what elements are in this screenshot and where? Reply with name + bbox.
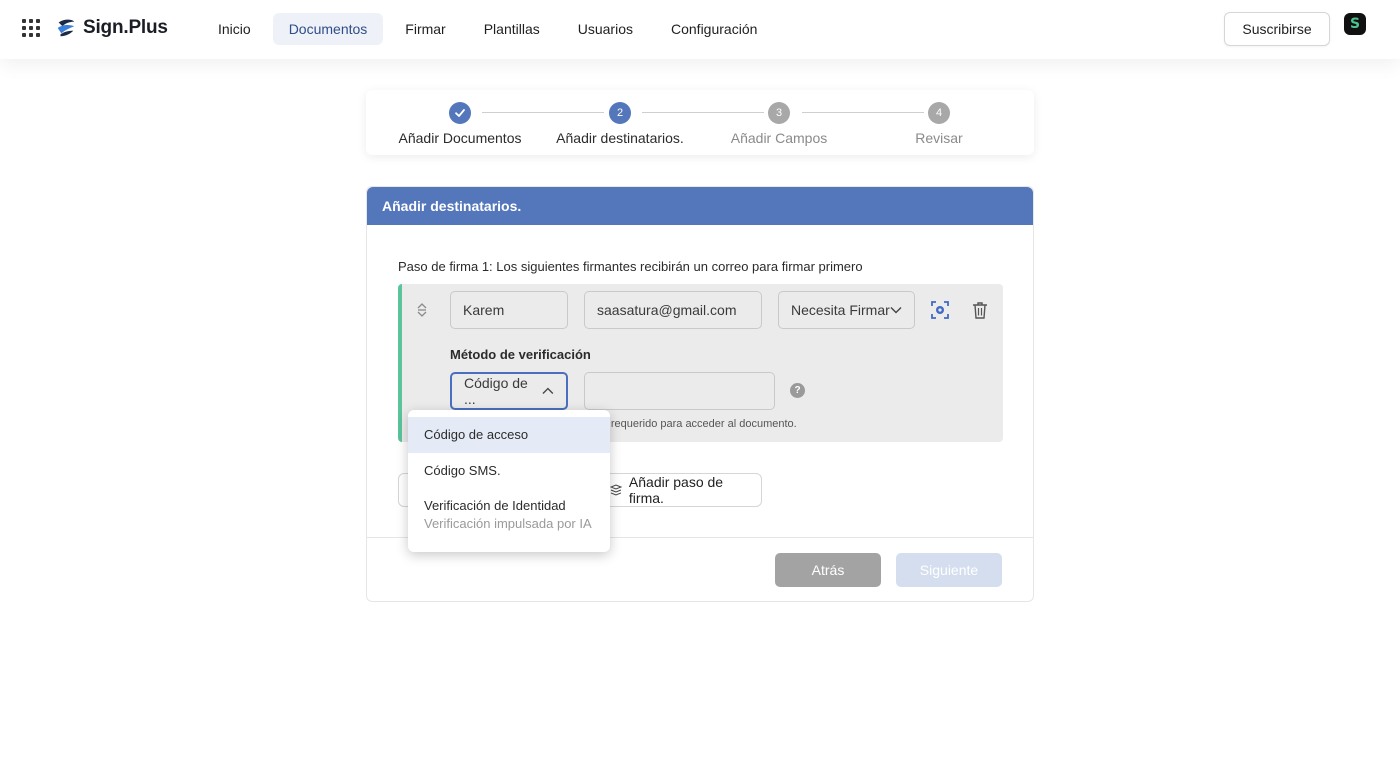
step-3-number: 3 (768, 102, 790, 124)
brand-name: Sign.Plus (83, 17, 168, 38)
step-4-number: 4 (928, 102, 950, 124)
avatar[interactable]: S (1344, 13, 1366, 35)
brand-logo[interactable]: Sign.Plus (55, 16, 168, 40)
nav-item-inicio[interactable]: Inicio (202, 13, 267, 45)
signing-step-title: Paso de firma 1: Los siguientes firmante… (398, 259, 863, 274)
add-signing-step-button[interactable]: Añadir paso de firma. (597, 473, 762, 507)
add-signing-step-label: Añadir paso de firma. (628, 474, 724, 506)
step-connector (642, 112, 764, 113)
signer-name-input[interactable] (450, 291, 568, 329)
dropdown-option-label: Verificación de Identidad (424, 498, 566, 513)
verification-method-label: Método de verificación (450, 347, 591, 362)
sign-plus-logo-icon (57, 19, 75, 37)
chevron-down-icon (890, 307, 902, 314)
step-4-label: Revisar (915, 130, 963, 146)
verification-hint: rá requerido para acceder al documento. (598, 418, 797, 430)
signer-email-input[interactable] (584, 291, 762, 329)
verification-method-dropdown: Código de acceso Código SMS. Verificació… (408, 410, 610, 552)
nav-item-usuarios[interactable]: Usuarios (562, 13, 649, 45)
nav-item-documentos[interactable]: Documentos (272, 13, 384, 45)
verification-method-value: Código de ... (464, 375, 528, 407)
verification-code-input[interactable] (584, 372, 775, 410)
layers-icon (610, 484, 622, 496)
signer-role-select[interactable]: Necesita Firmar (778, 291, 915, 329)
main-nav: Inicio Documentos Firmar Plantillas Usua… (202, 13, 779, 45)
drag-handle-icon[interactable] (416, 302, 428, 318)
dropdown-option-sublabel: Verificación impulsada por IA (424, 516, 592, 531)
back-button[interactable]: Atrás (775, 553, 881, 587)
step-1-check-icon (449, 102, 471, 124)
signer-role-value: Necesita Firmar (791, 302, 890, 318)
dropdown-option-identity-verification[interactable]: Verificación de Identidad Verificación i… (408, 498, 610, 546)
app-grid-icon[interactable] (22, 19, 40, 37)
avatar-letter: S (1349, 16, 1361, 32)
step-connector (802, 112, 924, 113)
step-2-number: 2 (609, 102, 631, 124)
subscribe-button[interactable]: Suscribirse (1224, 12, 1330, 46)
top-navigation-bar: Sign.Plus Inicio Documentos Firmar Plant… (0, 0, 1400, 59)
dropdown-option-label: Código de acceso (424, 427, 529, 442)
next-button[interactable]: Siguiente (896, 553, 1002, 587)
trash-icon[interactable] (970, 300, 990, 320)
step-3-label: Añadir Campos (730, 130, 828, 146)
step-1-label: Añadir Documentos (398, 130, 522, 146)
step-connector (482, 112, 604, 113)
nav-item-firmar[interactable]: Firmar (389, 13, 461, 45)
verification-method-select[interactable]: Código de ... (450, 372, 568, 410)
progress-stepper: Añadir Documentos 2 Añadir destinatarios… (366, 90, 1034, 155)
nav-item-configuracion[interactable]: Configuración (655, 13, 773, 45)
identity-scan-icon[interactable] (930, 300, 950, 320)
help-icon[interactable]: ? (790, 383, 805, 398)
card-title: Añadir destinatarios. (367, 187, 1033, 225)
dropdown-option-access-code[interactable]: Código de acceso (408, 417, 610, 453)
step-2-label: Añadir destinatarios. (556, 130, 684, 146)
nav-item-plantillas[interactable]: Plantillas (468, 13, 556, 45)
dropdown-option-label: Código SMS. (424, 463, 501, 478)
chevron-up-icon (542, 387, 554, 394)
dropdown-option-sms-code[interactable]: Código SMS. (408, 453, 610, 489)
